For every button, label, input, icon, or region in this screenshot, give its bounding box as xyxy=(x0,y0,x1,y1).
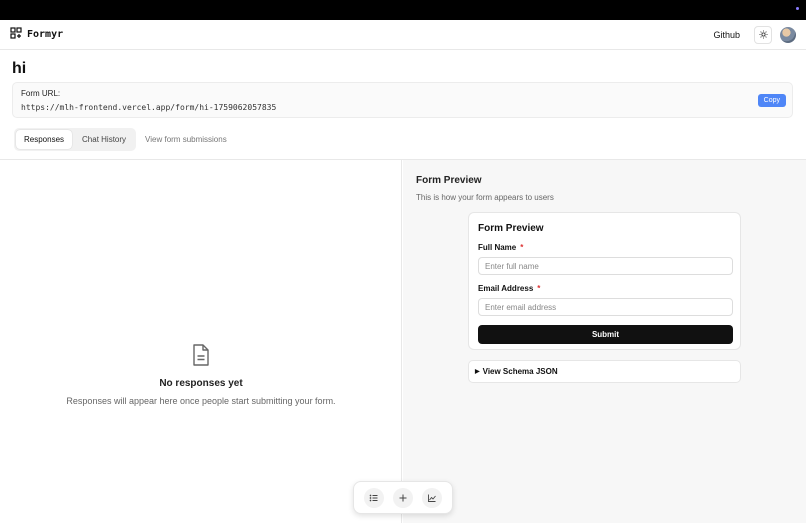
view-schema-label: View Schema JSON xyxy=(482,367,558,376)
full-name-input[interactable] xyxy=(478,257,733,275)
empty-state-title: No responses yet xyxy=(159,378,243,389)
email-label-text: Email Address xyxy=(478,284,534,293)
chart-icon xyxy=(427,494,436,502)
caret-right-icon: ▶ xyxy=(475,369,480,375)
required-marker: * xyxy=(520,243,524,252)
brand[interactable]: Formyr xyxy=(10,26,63,44)
form-preview-panel: Form Preview This is how your form appea… xyxy=(403,160,806,523)
list-icon xyxy=(369,494,378,501)
tab-chat-history[interactable]: Chat History xyxy=(74,130,134,149)
form-card-title: Form Preview xyxy=(478,223,544,234)
copy-button[interactable]: Copy xyxy=(757,94,786,107)
theme-toggle-button[interactable] xyxy=(754,25,772,44)
form-url-card: Form URL: https://mlh-frontend.vercel.ap… xyxy=(12,82,793,118)
add-button[interactable] xyxy=(392,487,413,508)
github-link[interactable]: Github xyxy=(713,30,740,40)
view-schema-toggle[interactable]: ▶ View Schema JSON xyxy=(468,360,741,383)
tab-list: Responses Chat History xyxy=(14,128,137,151)
page-title: hi xyxy=(12,60,27,77)
bottom-dock xyxy=(353,481,453,514)
form-preview-card: Form Preview Full Name* Email Address* S… xyxy=(468,212,741,350)
submit-button[interactable]: Submit xyxy=(478,325,733,344)
empty-state-subtitle: Responses will appear here once people s… xyxy=(66,396,336,406)
email-input[interactable] xyxy=(478,298,733,316)
preview-title: Form Preview xyxy=(416,175,482,186)
email-label: Email Address * xyxy=(478,284,731,293)
grid-plus-icon xyxy=(10,26,22,44)
tab-responses[interactable]: Responses xyxy=(16,130,73,149)
tabs-row: Responses Chat History View form submiss… xyxy=(14,128,227,151)
plus-icon xyxy=(399,494,407,501)
form-url-label: Form URL: xyxy=(21,89,61,98)
navbar: Formyr Github xyxy=(0,20,806,50)
analytics-button[interactable] xyxy=(421,487,442,508)
preview-subtitle: This is how your form appears to users xyxy=(416,193,554,202)
full-name-label-text: Full Name xyxy=(478,243,517,252)
responses-panel xyxy=(0,160,402,523)
empty-state: No responses yet Responses will appear h… xyxy=(0,343,402,406)
form-url-value[interactable]: https://mlh-frontend.vercel.app/form/hi-… xyxy=(21,103,784,112)
document-icon xyxy=(191,344,211,371)
full-name-label: Full Name * xyxy=(478,243,731,252)
system-top-bar xyxy=(0,0,806,20)
avatar[interactable] xyxy=(780,26,796,43)
list-button[interactable] xyxy=(364,487,385,508)
required-marker: * xyxy=(537,284,541,293)
indicator-dot xyxy=(796,7,799,10)
tabs-subtitle: View form submissions xyxy=(145,135,227,144)
brand-name: Formyr xyxy=(27,29,64,40)
sun-icon xyxy=(758,30,768,39)
